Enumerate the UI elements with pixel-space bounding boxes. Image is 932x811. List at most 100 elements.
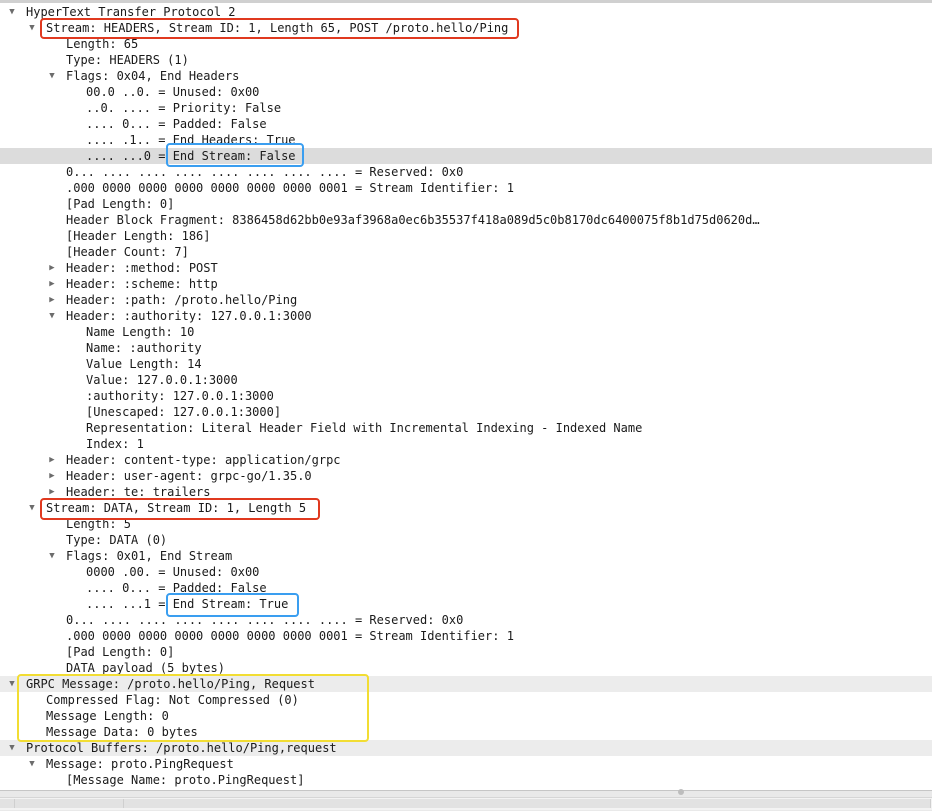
tree-row-label: .... 0... = Padded: False <box>86 581 267 595</box>
tree-row[interactable]: [Unescaped: 127.0.0.1:3000] <box>0 404 932 420</box>
packet-details-tree[interactable]: ▼ HyperText Transfer Protocol 2 ▼ Stream: H… <box>0 0 932 790</box>
tree-row-label: [Unescaped: 127.0.0.1:3000] <box>86 405 282 419</box>
tree-row[interactable]: Type: HEADERS (1) <box>0 52 932 68</box>
disclosure-expanded-icon[interactable]: ▼ <box>7 4 17 20</box>
tree-row[interactable]: .... 0... = Padded: False <box>0 116 932 132</box>
tree-row[interactable]: .000 0000 0000 0000 0000 0000 0000 0001 … <box>0 180 932 196</box>
tree-row-label: Header: user-agent: grpc-go/1.35.0 <box>66 469 312 483</box>
tree-row[interactable]: Message Length: 0 <box>0 708 932 724</box>
disclosure-expanded-icon[interactable]: ▼ <box>7 740 17 756</box>
tree-row[interactable]: ▼ Flags: 0x04, End Headers <box>0 68 932 84</box>
tree-row-label: .... .1.. = End Headers: True <box>86 133 296 147</box>
tree-row[interactable]: ▶ Header: :method: POST <box>0 260 932 276</box>
tree-row[interactable]: Index: 1 <box>0 436 932 452</box>
tree-row[interactable]: .... ...1 = End Stream: True <box>0 596 932 612</box>
top-edge <box>0 0 932 3</box>
tree-row-label: Header: :authority: 127.0.0.1:3000 <box>66 309 312 323</box>
tree-row-label: Flags: 0x01, End Stream <box>66 549 233 563</box>
tree-row-label: [Header Count: 7] <box>66 245 189 259</box>
tree-row-label: Length: 65 <box>66 37 139 51</box>
tree-row[interactable]: ▼ Stream: HEADERS, Stream ID: 1, Length 6… <box>0 20 932 36</box>
tree-row-label: Message Length: 0 <box>46 709 169 723</box>
tree-row-label: .... ...0 = End Stream: False <box>86 149 296 163</box>
tree-row[interactable]: 0000 .00. = Unused: 0x00 <box>0 564 932 580</box>
scrollbar-segment <box>15 799 124 808</box>
tree-row-label: .... 0... = Padded: False <box>86 117 267 131</box>
tree-row[interactable]: ▼ Message: proto.PingRequest <box>0 756 932 772</box>
tree-row-label: Name Length: 10 <box>86 325 195 339</box>
tree-row[interactable]: Value: 127.0.0.1:3000 <box>0 372 932 388</box>
tree-row[interactable]: Compressed Flag: Not Compressed (0) <box>0 692 932 708</box>
horizontal-scrollbar[interactable] <box>0 797 932 810</box>
tree-row[interactable]: 00.0 ..0. = Unused: 0x00 <box>0 84 932 100</box>
tree-row-label: Name: :authority <box>86 341 202 355</box>
tree-row[interactable]: Length: 65 <box>0 36 932 52</box>
tree-row-label: 0... .... .... .... .... .... .... .... … <box>66 165 464 179</box>
tree-row[interactable]: ▼ GRPC Message: /proto.hello/Ping, Reques… <box>0 676 932 692</box>
disclosure-expanded-icon[interactable]: ▼ <box>47 308 57 324</box>
tree-row[interactable]: ▼ Header: :authority: 127.0.0.1:3000 <box>0 308 932 324</box>
tree-row-label: [Pad Length: 0] <box>66 197 175 211</box>
tree-row[interactable]: ▼ HyperText Transfer Protocol 2 <box>0 4 932 20</box>
tree-row[interactable]: [Header Count: 7] <box>0 244 932 260</box>
disclosure-expanded-icon[interactable]: ▼ <box>47 68 57 84</box>
tree-row[interactable]: 0... .... .... .... .... .... .... .... … <box>0 164 932 180</box>
disclosure-collapsed-icon[interactable]: ▶ <box>47 452 57 468</box>
tree-row[interactable]: .000 0000 0000 0000 0000 0000 0000 0001 … <box>0 628 932 644</box>
tree-row-label: Value: 127.0.0.1:3000 <box>86 373 238 387</box>
tree-row[interactable]: .... ...0 = End Stream: False <box>0 148 932 164</box>
disclosure-expanded-icon[interactable]: ▼ <box>47 548 57 564</box>
tree-row[interactable]: [Message Name: proto.PingRequest] <box>0 772 932 788</box>
tree-row[interactable]: Representation: Literal Header Field wit… <box>0 420 932 436</box>
tree-row[interactable]: [Pad Length: 0] <box>0 196 932 212</box>
tree-row-label: Representation: Literal Header Field wit… <box>86 421 643 435</box>
pane-splitter-handle[interactable] <box>678 789 684 795</box>
tree-row[interactable]: ▼ Protocol Buffers: /proto.hello/Ping,req… <box>0 740 932 756</box>
tree-row-label: Compressed Flag: Not Compressed (0) <box>46 693 299 707</box>
tree-row[interactable]: 0... .... .... .... .... .... .... .... … <box>0 612 932 628</box>
tree-row-label: .... ...1 = End Stream: True <box>86 597 289 611</box>
scrollbar-thumb[interactable] <box>124 799 931 808</box>
tree-row[interactable]: ▼ Stream: DATA, Stream ID: 1, Length 5 <box>0 500 932 516</box>
disclosure-collapsed-icon[interactable]: ▶ <box>47 260 57 276</box>
disclosure-collapsed-icon[interactable]: ▶ <box>47 484 57 500</box>
tree-row-label: HyperText Transfer Protocol 2 <box>26 5 236 19</box>
tree-row-label: .000 0000 0000 0000 0000 0000 0000 0001 … <box>66 181 514 195</box>
disclosure-expanded-icon[interactable]: ▼ <box>27 20 37 36</box>
tree-row[interactable]: ▶ Header: content-type: application/grpc <box>0 452 932 468</box>
tree-row[interactable]: Length: 5 <box>0 516 932 532</box>
tree-row[interactable]: :authority: 127.0.0.1:3000 <box>0 388 932 404</box>
tree-row-label: [Pad Length: 0] <box>66 645 175 659</box>
tree-row-label: Header: te: trailers <box>66 485 211 499</box>
disclosure-expanded-icon[interactable]: ▼ <box>27 500 37 516</box>
disclosure-collapsed-icon[interactable]: ▶ <box>47 292 57 308</box>
tree-row[interactable]: .... 0... = Padded: False <box>0 580 932 596</box>
tree-row[interactable]: [Pad Length: 0] <box>0 644 932 660</box>
tree-row[interactable]: Message Data: 0 bytes <box>0 724 932 740</box>
tree-row[interactable]: Type: DATA (0) <box>0 532 932 548</box>
tree-row[interactable]: ..0. .... = Priority: False <box>0 100 932 116</box>
tree-row-label: Type: HEADERS (1) <box>66 53 189 67</box>
tree-row[interactable]: ▶ Header: :scheme: http <box>0 276 932 292</box>
tree-row[interactable]: ▶ Header: :path: /proto.hello/Ping <box>0 292 932 308</box>
tree-row-label: [Message Name: proto.PingRequest] <box>66 773 305 787</box>
tree-row-label: Message: proto.PingRequest <box>46 757 234 771</box>
disclosure-expanded-icon[interactable]: ▼ <box>7 676 17 692</box>
tree-row[interactable]: Value Length: 14 <box>0 356 932 372</box>
tree-row[interactable]: DATA payload (5 bytes) <box>0 660 932 676</box>
tree-row-label: Header: :method: POST <box>66 261 218 275</box>
tree-row[interactable]: [Header Length: 186] <box>0 228 932 244</box>
tree-row-label: Stream: HEADERS, Stream ID: 1, Length 65… <box>46 21 509 35</box>
disclosure-collapsed-icon[interactable]: ▶ <box>47 276 57 292</box>
tree-row-label: Stream: DATA, Stream ID: 1, Length 5 <box>46 501 307 515</box>
tree-row[interactable]: ▶ Header: te: trailers <box>0 484 932 500</box>
tree-row[interactable]: ▶ Header: user-agent: grpc-go/1.35.0 <box>0 468 932 484</box>
tree-row[interactable]: .... .1.. = End Headers: True <box>0 132 932 148</box>
tree-row[interactable]: Header Block Fragment: 8386458d62bb0e93a… <box>0 212 932 228</box>
tree-row[interactable]: ▼ Flags: 0x01, End Stream <box>0 548 932 564</box>
disclosure-expanded-icon[interactable]: ▼ <box>27 756 37 772</box>
disclosure-collapsed-icon[interactable]: ▶ <box>47 468 57 484</box>
tree-row[interactable]: Name Length: 10 <box>0 324 932 340</box>
tree-row[interactable]: Name: :authority <box>0 340 932 356</box>
tree-row-label: Header Block Fragment: 8386458d62bb0e93a… <box>66 213 760 227</box>
